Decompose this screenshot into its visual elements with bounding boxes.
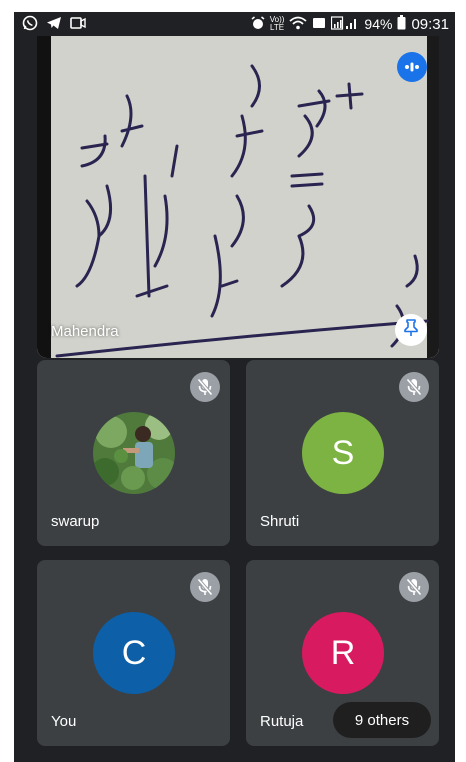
participant-tile-you[interactable]: C You: [37, 560, 230, 746]
signal-icon: [331, 15, 359, 33]
telegram-icon: [46, 15, 62, 36]
wifi-icon: [289, 16, 308, 33]
status-bar: Vo)) LTE 94% 09:31: [14, 12, 455, 36]
whiteboard-video-frame: [37, 36, 439, 358]
screen-cast-icon: [312, 16, 326, 32]
avatar-photo: [93, 412, 175, 494]
pin-button[interactable]: [395, 314, 427, 346]
participant-name: Rutuja: [260, 713, 304, 730]
participant-tile-shruti[interactable]: S Shruti: [246, 360, 439, 546]
mic-off-icon: [399, 572, 429, 602]
participant-name: You: [51, 713, 77, 730]
alarm-icon: [251, 15, 265, 33]
pin-icon: [403, 318, 419, 342]
participant-tile-swarup[interactable]: swarup: [37, 360, 230, 546]
battery-icon: [397, 15, 406, 33]
battery-percent: 94%: [364, 16, 393, 32]
volte-bottom-text: LTE: [270, 23, 285, 32]
whatsapp-icon: [22, 15, 38, 36]
avatar-initial: S: [302, 412, 384, 494]
meeting-screen: Vo)) LTE 94% 09:31 Mahendra swarup S Shr…: [14, 12, 455, 762]
screen-record-icon: [70, 16, 86, 35]
participant-tile-rutuja[interactable]: R Rutuja 9 others: [246, 560, 439, 746]
mic-off-icon: [399, 372, 429, 402]
participant-name: Shruti: [260, 513, 300, 530]
mic-off-icon: [190, 572, 220, 602]
volte-icon: Vo)) LTE: [270, 16, 285, 32]
avatar-initial: R: [302, 612, 384, 694]
clock: 09:31: [411, 15, 449, 33]
status-bar-left: [22, 15, 86, 36]
speaking-indicator-icon: [397, 52, 427, 82]
avatar-initial: C: [93, 612, 175, 694]
participant-name: swarup: [51, 513, 100, 530]
main-video-tile[interactable]: Mahendra: [37, 36, 439, 358]
status-bar-right: Vo)) LTE 94% 09:31: [251, 15, 449, 33]
main-participant-name: Mahendra: [51, 323, 119, 340]
others-button[interactable]: 9 others: [333, 702, 431, 738]
mic-off-icon: [190, 372, 220, 402]
